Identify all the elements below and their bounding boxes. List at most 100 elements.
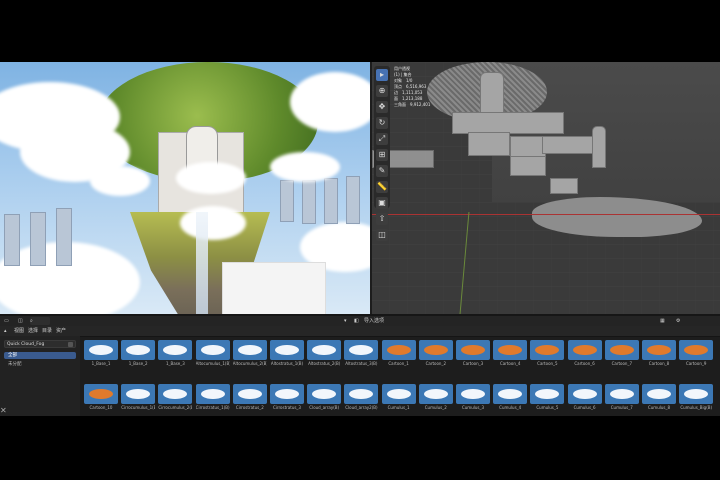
- cloud-preview: [89, 345, 113, 355]
- viewport-block-mesh: [510, 156, 546, 176]
- asset-item[interactable]: Cumulus_Big(B): [679, 384, 714, 411]
- editor-type-icon[interactable]: ▭: [4, 317, 9, 325]
- asset-item[interactable]: Cartoon_4: [493, 340, 528, 367]
- asset-thumbnail: [195, 340, 230, 360]
- asset-name: Cirrostratus_3: [273, 405, 301, 410]
- catalog-all-label: 全部: [8, 353, 17, 358]
- asset-item[interactable]: Cartoon_8: [642, 340, 676, 367]
- asset-item[interactable]: 1_Base_1: [84, 340, 118, 367]
- cartoon-cloud-preview: [609, 345, 634, 355]
- cloud-preview: [647, 389, 671, 399]
- measure-tool-icon[interactable]: 📏: [376, 181, 388, 193]
- asset-item[interactable]: Cumulus_5: [530, 384, 565, 411]
- asset-item[interactable]: Cartoon_7: [604, 340, 639, 367]
- asset-name: 1_Base_1: [91, 361, 111, 366]
- asset-thumbnail: [381, 340, 416, 360]
- asset-item[interactable]: Altostratus_2(B): [307, 340, 342, 367]
- asset-item[interactable]: Cumulus_7: [604, 384, 639, 411]
- layout-grid-icon[interactable]: ▦: [660, 317, 665, 325]
- menu-asset[interactable]: 资产: [56, 327, 66, 335]
- asset-item[interactable]: Cirrostratus_3: [270, 384, 304, 411]
- cursor-tool-icon[interactable]: ⊕: [376, 85, 388, 97]
- asset-item[interactable]: Cumulus_4: [493, 384, 528, 411]
- asset-name: Altostratus_2(B): [308, 361, 341, 366]
- asset-item[interactable]: Cartoon_3: [456, 340, 490, 367]
- extrude-tool-icon[interactable]: ⇧: [376, 213, 388, 225]
- asset-item[interactable]: 1_Base_2: [121, 340, 156, 367]
- asset-thumbnail: [232, 384, 267, 404]
- asset-item[interactable]: Cartoon_10: [84, 384, 118, 411]
- render-arch: [346, 176, 360, 224]
- display-settings-icon[interactable]: ◧: [354, 317, 359, 325]
- asset-item[interactable]: Cirrocumulus_1(B): [121, 384, 156, 411]
- asset-grid: 1_Base_1 1_Base_2 1_Base_3 Altocumulus_1(B)…: [84, 336, 720, 418]
- display-mode-icon[interactable]: ◫: [18, 317, 23, 325]
- asset-name: 1_Base_2: [128, 361, 148, 366]
- transform-tool-icon[interactable]: ⊞: [376, 149, 388, 161]
- cloud-preview: [163, 389, 188, 399]
- letterbox-bottom: [0, 416, 720, 480]
- asset-item[interactable]: Cartoon_2: [418, 340, 453, 367]
- select-tool-icon[interactable]: ▸: [376, 69, 388, 81]
- cloud-preview: [312, 345, 337, 355]
- asset-item[interactable]: 1_Base_3: [158, 340, 193, 367]
- search-input[interactable]: ⌕: [30, 317, 50, 325]
- asset-item[interactable]: Cumulus_1: [381, 384, 416, 411]
- cloud-preview: [163, 345, 188, 355]
- asset-item[interactable]: Altocumulus_1(B): [195, 340, 230, 367]
- catalog-unassigned[interactable]: 未分配: [4, 361, 76, 368]
- asset-item[interactable]: Cirrostratus_1(B): [195, 384, 230, 411]
- render-cloud: [180, 206, 246, 240]
- asset-name: Cumulus_3: [461, 405, 485, 410]
- menu-select[interactable]: 选择: [28, 327, 38, 335]
- asset-thumbnail: [84, 340, 118, 360]
- annotate-tool-icon[interactable]: ✎: [376, 165, 388, 177]
- rotate-tool-icon[interactable]: ↻: [376, 117, 388, 129]
- asset-item[interactable]: Cirrostratus_2: [232, 384, 267, 411]
- cloud-preview: [126, 389, 151, 399]
- stat-value: 9,912,401: [410, 102, 431, 107]
- asset-item[interactable]: Cloud_array2(B): [344, 384, 379, 411]
- move-tool-icon[interactable]: ✥: [376, 101, 388, 113]
- refresh-icon[interactable]: [68, 342, 73, 347]
- cartoon-cloud-preview: [572, 345, 597, 355]
- asset-thumbnail: [642, 384, 676, 404]
- asset-item[interactable]: Cumulus_3: [456, 384, 490, 411]
- inset-tool-icon[interactable]: ◫: [376, 229, 388, 241]
- 3d-viewport[interactable]: ▸ ⊕ ✥ ↻ ⤢ ⊞ ✎ 📏 ▣ ⇧ ◫ 用户透视 (1) | 集合 对象 1/0 顶点 6,516,9…: [372, 62, 720, 314]
- asset-item[interactable]: Cloud_array(B): [307, 384, 342, 411]
- cartoon-cloud-preview: [647, 345, 671, 355]
- asset-item[interactable]: Altocumulus_2(B): [232, 340, 267, 367]
- render-cloud: [270, 152, 340, 182]
- add-cube-tool-icon[interactable]: ▣: [376, 197, 388, 209]
- asset-thumbnail: [232, 340, 267, 360]
- settings-icon[interactable]: ⚙: [676, 317, 680, 325]
- asset-item[interactable]: Cumulus_2: [418, 384, 453, 411]
- search-icon: ⌕: [30, 318, 33, 324]
- asset-library-select[interactable]: Quick Cloud_Fog: [4, 340, 76, 348]
- render-viewport[interactable]: [0, 62, 370, 314]
- asset-item[interactable]: Altostratus_1(B): [270, 340, 304, 367]
- asset-item[interactable]: Cartoon_6: [567, 340, 602, 367]
- collapse-toggle-icon[interactable]: ✕: [0, 406, 10, 416]
- filter-icon[interactable]: ▾: [344, 317, 347, 325]
- cartoon-cloud-preview: [461, 345, 485, 355]
- asset-item[interactable]: Cartoon_1: [381, 340, 416, 367]
- scale-tool-icon[interactable]: ⤢: [376, 133, 388, 145]
- asset-item[interactable]: Cumulus_6: [567, 384, 602, 411]
- cloud-preview: [349, 389, 374, 399]
- asset-name: Cirrocumulus_2(B): [158, 405, 193, 410]
- asset-item[interactable]: Cartoon_5: [530, 340, 565, 367]
- asset-item[interactable]: Cartoon_9: [679, 340, 714, 367]
- editor-menu-icon[interactable]: ▴: [4, 327, 7, 335]
- asset-thumbnail: [195, 384, 230, 404]
- asset-thumbnail: [270, 384, 304, 404]
- asset-item[interactable]: Altostratus_3(B): [344, 340, 379, 367]
- asset-name: Cumulus_2: [424, 405, 447, 410]
- import-options-label[interactable]: 导入选项: [364, 317, 384, 325]
- menu-catalog[interactable]: 目录: [42, 327, 52, 335]
- catalog-all[interactable]: 全部: [4, 352, 76, 359]
- asset-item[interactable]: Cumulus_8: [642, 384, 676, 411]
- asset-item[interactable]: Cirrocumulus_2(B): [158, 384, 193, 411]
- menu-view[interactable]: 视图: [14, 327, 24, 335]
